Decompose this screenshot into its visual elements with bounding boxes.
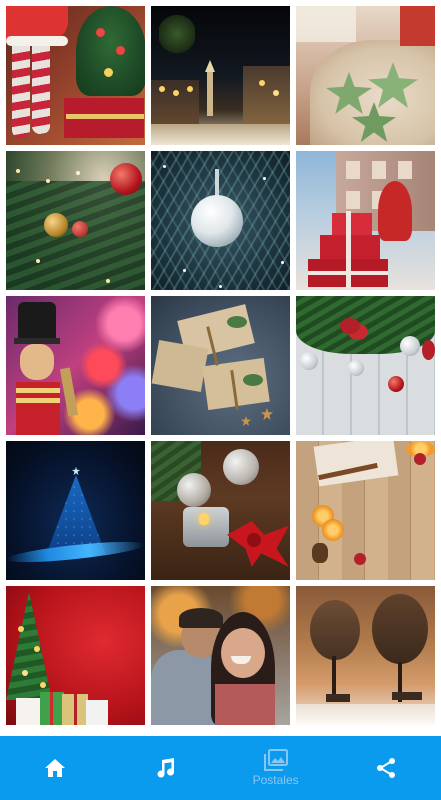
gallery-tile[interactable] [6,296,145,435]
gallery-tile[interactable] [6,151,145,290]
postcards-icon [263,749,288,771]
gallery-tile[interactable] [151,6,290,145]
gallery-tile[interactable] [296,151,435,290]
tile-image [151,586,290,725]
gallery-tile[interactable] [296,586,435,725]
gallery-tile[interactable] [151,586,290,725]
tile-image [296,441,435,580]
tile-image [6,151,145,290]
nav-music[interactable] [110,736,220,800]
tile-image [6,6,145,145]
tile-image [6,586,145,725]
gallery-tile[interactable] [6,441,145,580]
nav-postcards[interactable]: Postales [221,736,331,800]
music-note-icon [153,756,177,780]
nav-share[interactable] [331,736,441,800]
tile-image [151,151,290,290]
tile-image [296,296,435,435]
gallery-tile[interactable] [151,441,290,580]
bottom-navigation-bar: Postales [0,736,441,800]
nav-postcards-label: Postales [252,773,299,787]
tile-image [6,296,145,435]
tile-image [151,441,290,580]
gallery-tile[interactable] [296,441,435,580]
gallery-tile[interactable] [296,6,435,145]
gallery-tile[interactable] [6,586,145,725]
postcard-gallery [6,6,435,725]
home-icon [44,758,66,778]
gallery-tile[interactable] [151,296,290,435]
nav-home[interactable] [0,736,110,800]
tile-image [296,6,435,145]
gallery-tile[interactable] [151,151,290,290]
gallery-tile[interactable] [6,6,145,145]
gallery-tile[interactable] [296,296,435,435]
tile-image [296,151,435,290]
tile-image [296,586,435,725]
share-icon [374,756,398,780]
tile-image [151,6,290,145]
tile-image [151,296,290,435]
tile-image [6,441,145,580]
